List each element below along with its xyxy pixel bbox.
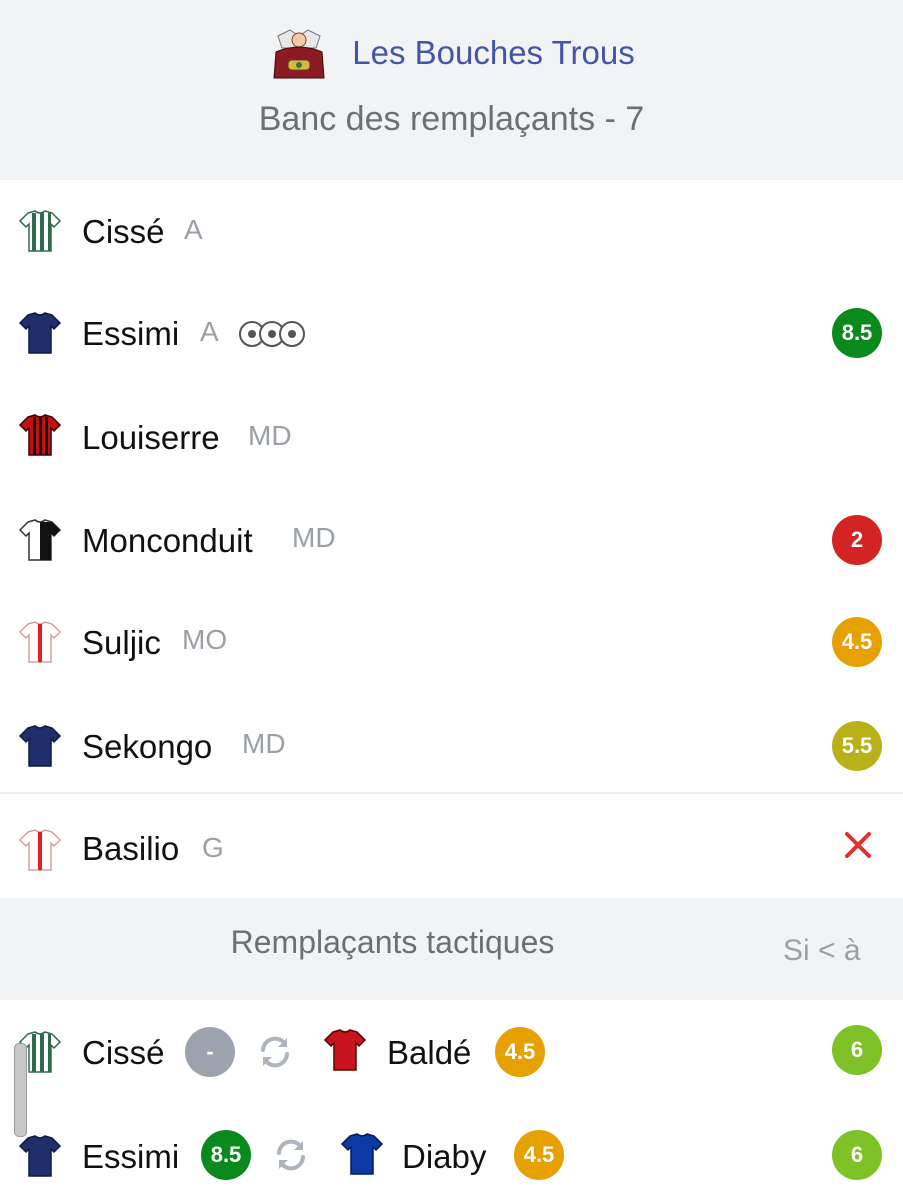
jersey-black-white-icon [18, 519, 62, 561]
red-cross-icon [845, 832, 871, 858]
player-position: G [202, 832, 224, 863]
team-title-row: Les Bouches Trous [0, 18, 903, 88]
bench-title: Banc des remplaçants - 7 [258, 100, 645, 138]
player-name: Essimi [82, 315, 180, 352]
bench-row[interactable]: Sekongo MD 5.5 [0, 690, 903, 794]
rating-badge: 4.5 [832, 617, 882, 667]
rating-badge: 8.5 [832, 308, 882, 358]
threshold-badge[interactable]: 6 [832, 1130, 882, 1180]
tactical-title: Remplaçants tactiques [230, 924, 555, 960]
player-name: Monconduit [82, 522, 253, 559]
jersey-red-black-icon [18, 414, 62, 456]
tactical-section-header: Remplaçants tactiques Si < à [0, 898, 903, 1000]
player-name: Sekongo [82, 728, 213, 765]
sub-out-name: Cissé [82, 1034, 165, 1071]
player-position: MD [242, 728, 286, 759]
player-name: Cissé [82, 213, 165, 250]
bench-row[interactable]: Essimi A 8.5 [0, 282, 903, 386]
rating-badge: 2 [832, 515, 882, 565]
team-name[interactable]: Les Bouches Trous [352, 34, 635, 72]
player-name: Basilio [82, 830, 180, 867]
jersey-green-white-icon [18, 210, 62, 252]
jersey-navy-icon [18, 1135, 62, 1177]
player-name: Louiserre [82, 419, 220, 456]
bench-row[interactable]: Louiserre MD [0, 384, 903, 488]
tactical-sub-row[interactable]: Essimi 8.5 Diaby 4.5 6 [0, 1102, 903, 1200]
sub-out-name: Essimi [82, 1138, 180, 1175]
rating-badge: 5.5 [832, 721, 882, 771]
player-position: A [200, 316, 219, 347]
team-logo [273, 29, 325, 79]
swap-arrows-icon [261, 1036, 289, 1068]
jersey-blue-icon [340, 1133, 384, 1175]
sub-in-name: Diaby [402, 1138, 487, 1175]
player-position: A [184, 214, 203, 245]
team-header: Les Bouches Trous Banc des remplaçants -… [0, 0, 903, 180]
threshold-badge[interactable]: 6 [832, 1025, 882, 1075]
jersey-navy-icon [18, 312, 62, 354]
bench-row[interactable]: Basilio G [0, 794, 903, 898]
jersey-white-red-icon [18, 829, 62, 871]
bench-row[interactable]: Suljic MO 4.5 [0, 588, 903, 692]
bench-row[interactable]: Monconduit MD 2 [0, 486, 903, 590]
tactical-sub-row[interactable]: Cissé - Baldé 4.5 6 [0, 1000, 903, 1104]
sub-in-rating-badge: 4.5 [514, 1130, 564, 1180]
football-icon [239, 321, 305, 347]
sub-in-rating-badge: 4.5 [495, 1027, 545, 1077]
jersey-white-red-icon [18, 621, 62, 663]
player-position: MD [292, 522, 336, 553]
jersey-red-icon [323, 1029, 367, 1071]
jersey-navy-icon [18, 725, 62, 767]
player-position: MD [248, 420, 292, 451]
bench-row[interactable]: Cissé A [0, 180, 903, 284]
player-position: MO [182, 624, 228, 655]
scrollbar-thumb[interactable] [14, 1043, 27, 1137]
player-name: Suljic [82, 624, 161, 661]
tactical-condition-label: Si < à [783, 934, 861, 967]
sub-out-rating-badge: - [185, 1027, 235, 1077]
swap-arrows-icon [277, 1139, 305, 1171]
sub-in-name: Baldé [387, 1034, 472, 1071]
sub-out-rating-badge: 8.5 [201, 1130, 251, 1180]
